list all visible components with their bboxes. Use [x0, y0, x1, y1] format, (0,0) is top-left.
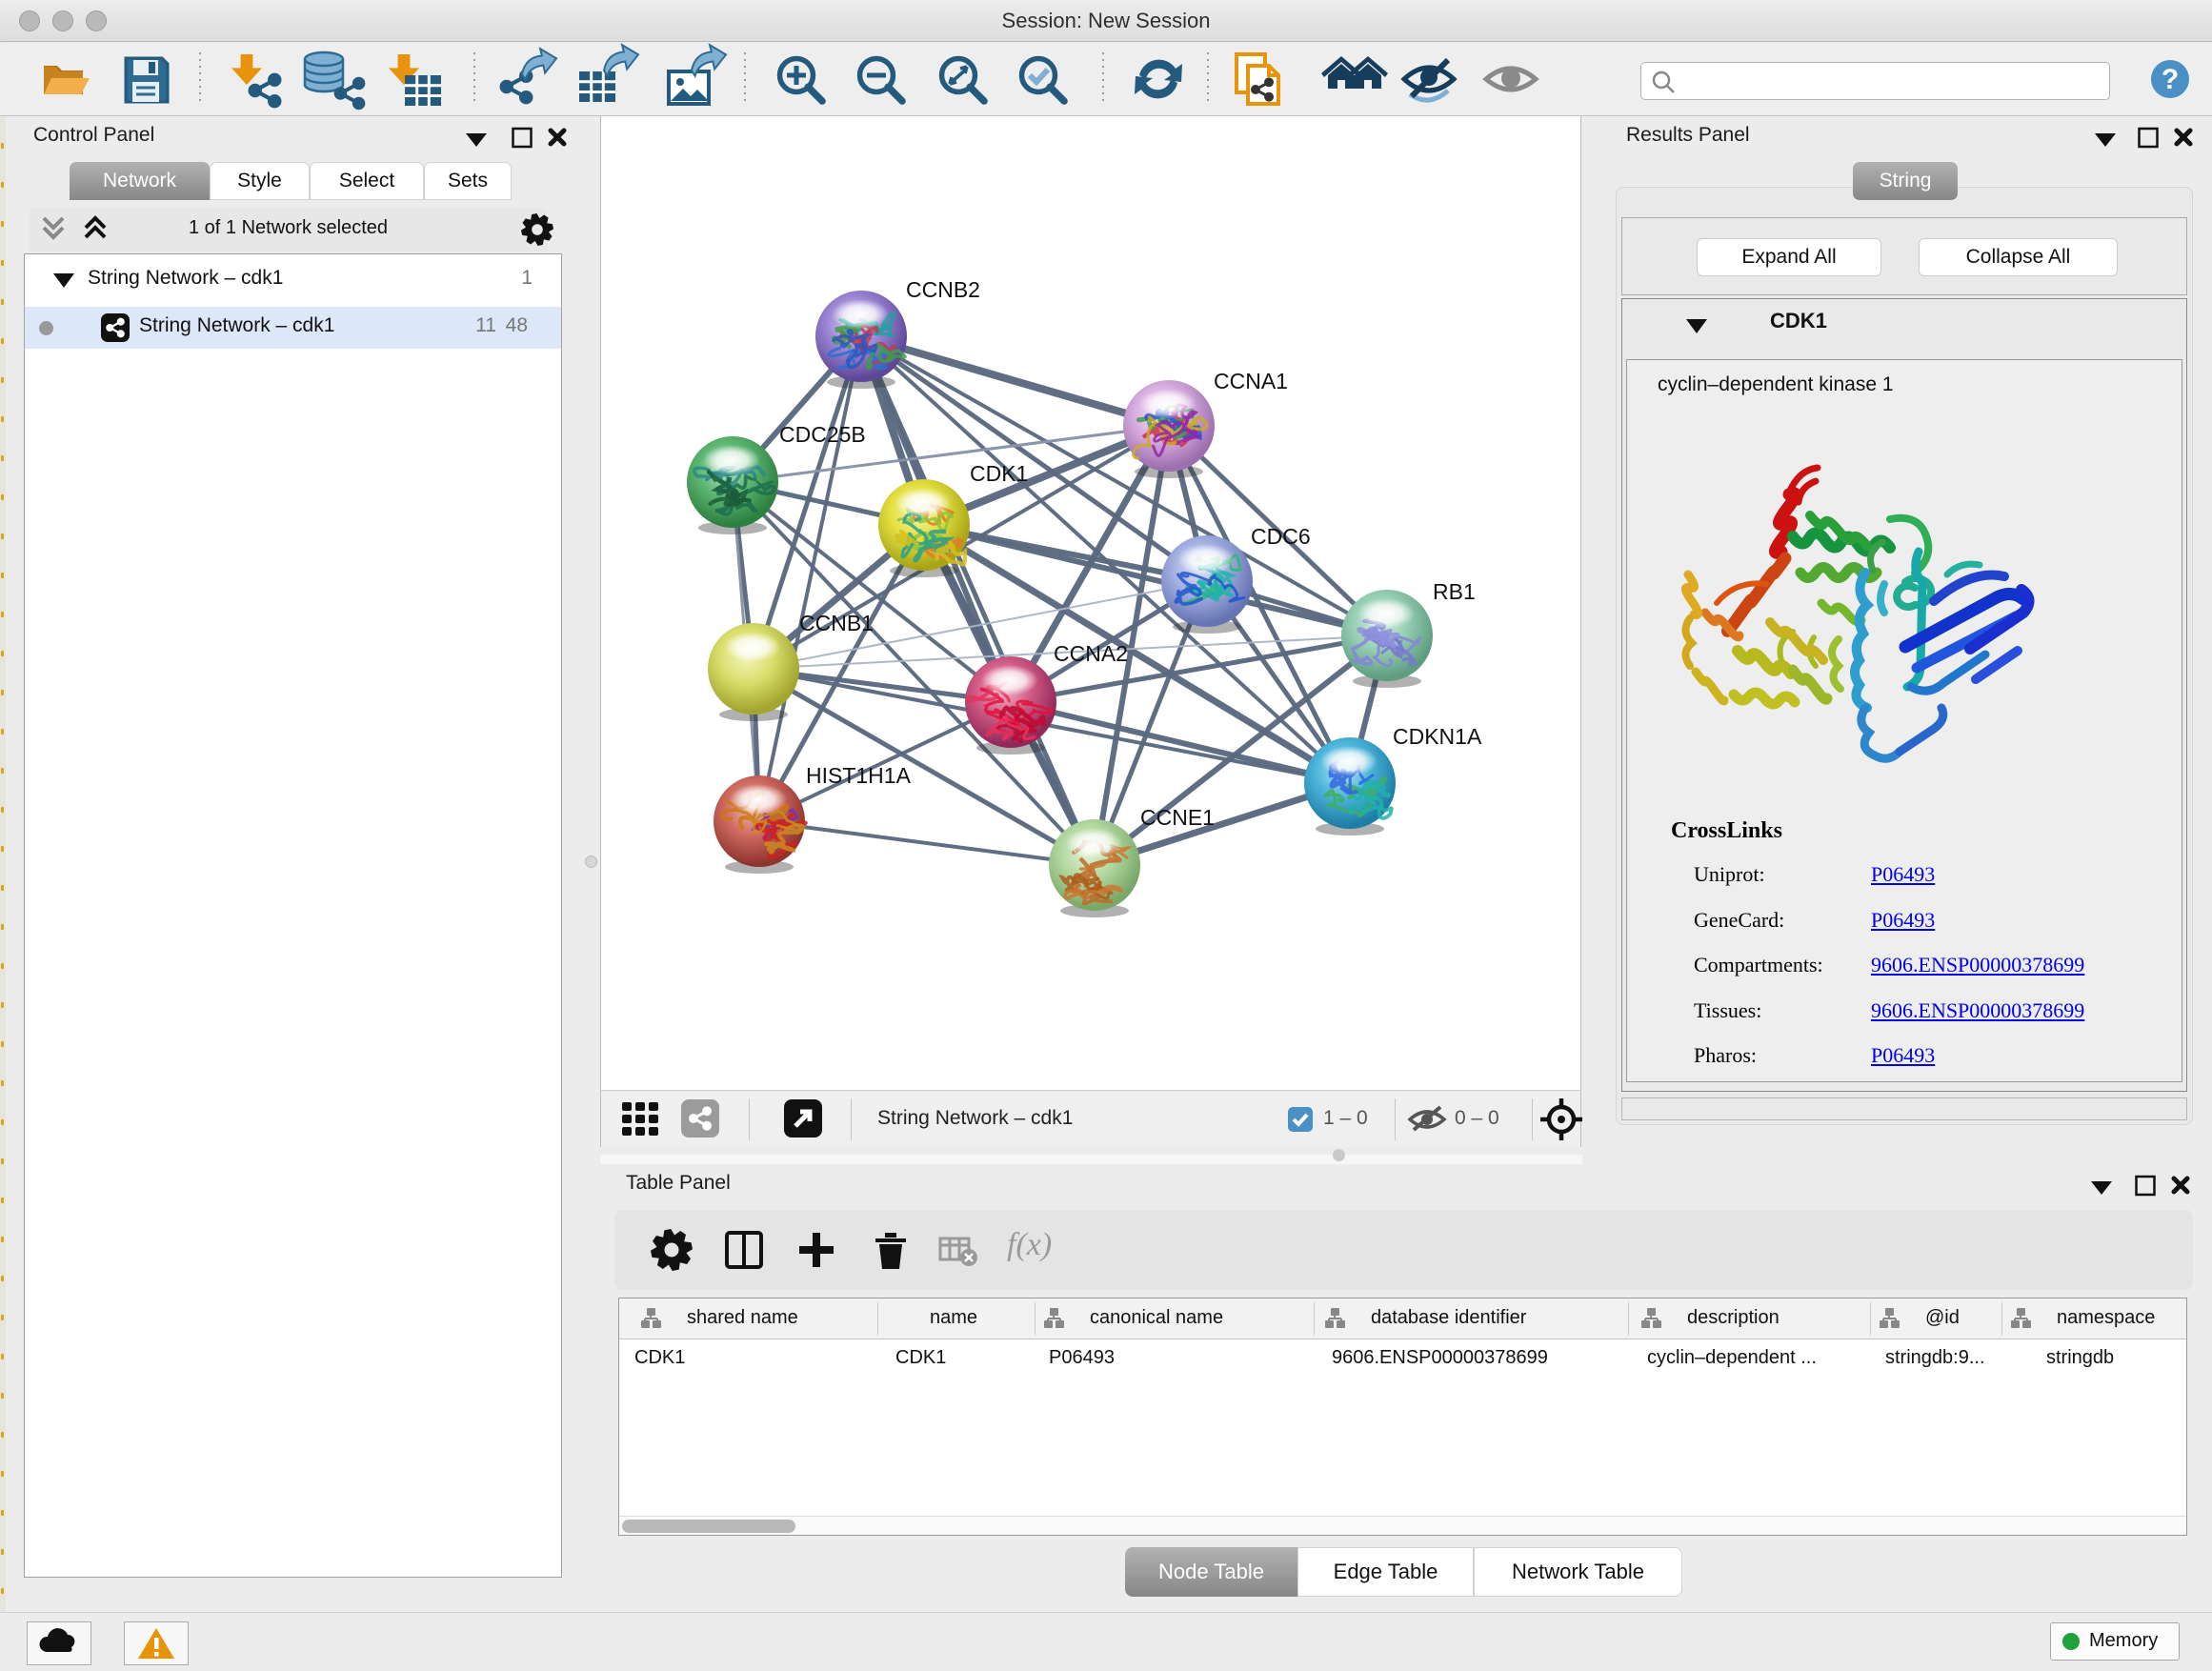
svg-text:CCNB1: CCNB1 [799, 611, 874, 635]
svg-text:CCNE1: CCNE1 [1140, 805, 1215, 830]
svg-text:CDC6: CDC6 [1251, 524, 1311, 549]
svg-text:CDKN1A: CDKN1A [1393, 724, 1482, 749]
svg-text:CDK1: CDK1 [970, 461, 1028, 486]
svg-text:CCNA2: CCNA2 [1054, 641, 1128, 666]
svg-text:?: ? [2162, 64, 2179, 95]
svg-text:RB1: RB1 [1433, 579, 1476, 604]
svg-text:CCNA1: CCNA1 [1214, 369, 1288, 393]
svg-text:CCNB2: CCNB2 [906, 277, 980, 302]
svg-text:HIST1H1A: HIST1H1A [806, 763, 912, 788]
svg-text:f(x): f(x) [1007, 1227, 1052, 1262]
svg-text:CDC25B: CDC25B [779, 422, 866, 447]
